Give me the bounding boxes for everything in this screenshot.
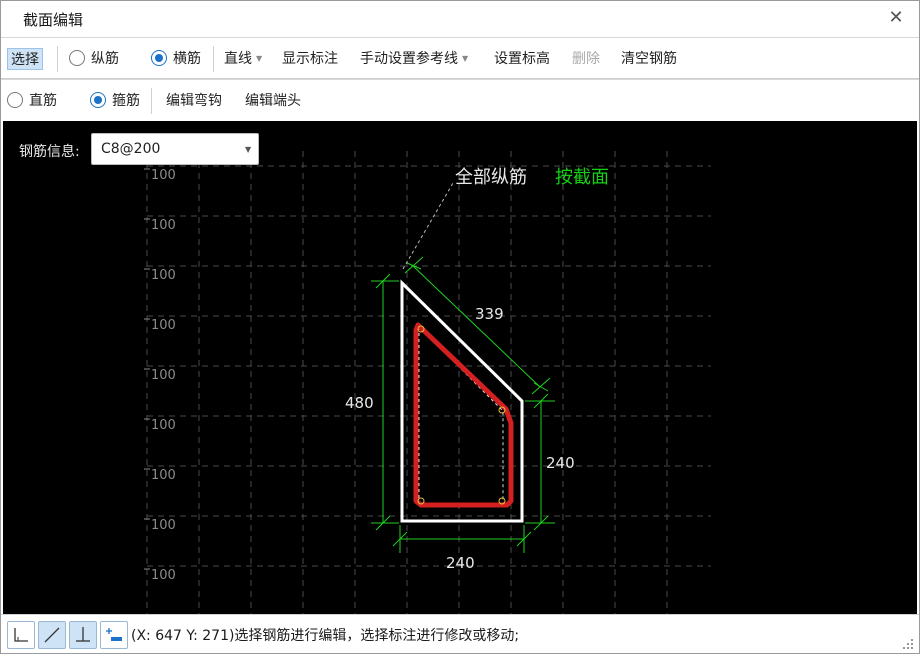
dimension-lines[interactable] <box>371 256 555 553</box>
delete-button[interactable]: 删除 <box>569 48 603 70</box>
title-bar: 截面编辑 ✕ <box>1 1 919 37</box>
toolbar-divider <box>213 46 214 72</box>
stirrup-rebar[interactable] <box>413 322 514 508</box>
clear-rebar-button[interactable]: 清空钢筋 <box>618 48 680 70</box>
grid-label: 100 <box>151 368 176 383</box>
horizontal-bar-label[interactable]: 横筋 <box>170 48 204 70</box>
rebar-info-label: 钢筋信息: <box>19 144 80 160</box>
all-longitudinal-label[interactable]: 全部纵筋 <box>455 167 527 188</box>
chevron-down-icon: ▼ <box>256 54 263 63</box>
dimension-diagonal[interactable]: 339 <box>475 305 504 323</box>
chevron-down-icon: ▼ <box>462 54 469 63</box>
line-label: 直线 <box>224 51 252 67</box>
manual-reference-label: 手动设置参考线 <box>360 51 458 67</box>
line-icon[interactable] <box>38 621 66 649</box>
orthogonal-icon[interactable] <box>7 621 35 649</box>
resize-grip-icon[interactable] <box>901 637 915 651</box>
grid: 100 100 100 100 100 100 100 100 100 <box>144 151 711 614</box>
offset-icon[interactable] <box>100 621 128 649</box>
dimension-right-height[interactable]: 240 <box>546 454 575 472</box>
grid-label: 100 <box>151 518 176 533</box>
chevron-down-icon: ▼ <box>245 145 252 154</box>
window-title: 截面编辑 <box>23 11 84 29</box>
rebar-info-select[interactable]: C8@200 ▼ <box>91 133 259 165</box>
status-text: (X: 647 Y: 271)选择钢筋进行编辑，选择标注进行修改或移动; <box>131 628 520 644</box>
drawing-canvas[interactable]: 100 100 100 100 100 100 100 100 100 全部纵筋… <box>3 121 917 614</box>
section-drawing[interactable]: 100 100 100 100 100 100 100 100 100 全部纵筋 按截面 339… <box>3 121 917 614</box>
grid-label: 100 <box>151 168 176 183</box>
straight-bar-label[interactable]: 直筋 <box>26 90 60 112</box>
toolbar-divider <box>151 88 152 114</box>
rebar-info-value: C8@200 <box>101 141 161 157</box>
edit-end-button[interactable]: 编辑端头 <box>242 90 304 112</box>
grid-label: 100 <box>151 318 176 333</box>
stirrup-radio[interactable] <box>90 92 106 108</box>
grid-label: 100 <box>151 268 176 283</box>
status-bar: (X: 647 Y: 271)选择钢筋进行编辑，选择标注进行修改或移动; <box>1 614 919 653</box>
close-icon[interactable]: ✕ <box>885 7 907 29</box>
grid-label: 100 <box>151 418 176 433</box>
grid-label: 100 <box>151 568 176 583</box>
horizontal-bar-radio[interactable] <box>151 50 167 66</box>
manual-reference-dropdown[interactable]: 手动设置参考线 ▼ <box>357 48 471 70</box>
toolbar-main: 选择 纵筋 横筋 直线 ▼ 显示标注 手动设置参考线 ▼ 设置标高 删除 清空钢筋 <box>1 37 919 79</box>
dimension-width[interactable]: 240 <box>446 554 475 572</box>
perpendicular-icon[interactable] <box>69 621 97 649</box>
by-section-label[interactable]: 按截面 <box>555 167 609 188</box>
edit-hook-button[interactable]: 编辑弯钩 <box>163 90 225 112</box>
set-elevation-button[interactable]: 设置标高 <box>491 48 553 70</box>
show-annotation-button[interactable]: 显示标注 <box>279 48 341 70</box>
toolbar-divider <box>57 46 58 72</box>
leader-line <box>402 182 454 270</box>
straight-bar-radio[interactable] <box>7 92 23 108</box>
grid-label: 100 <box>151 218 176 233</box>
dimension-height[interactable]: 480 <box>345 394 374 412</box>
section-edit-window: 截面编辑 ✕ 选择 纵筋 横筋 直线 ▼ 显示标注 手动设置参考线 ▼ 设置标高 删… <box>0 0 920 654</box>
line-dropdown[interactable]: 直线 ▼ <box>221 48 265 70</box>
longitudinal-label[interactable]: 纵筋 <box>88 48 122 70</box>
stirrup-label[interactable]: 箍筋 <box>109 90 143 112</box>
grid-label: 100 <box>151 468 176 483</box>
section-outline[interactable] <box>400 279 524 523</box>
select-button[interactable]: 选择 <box>7 48 43 70</box>
toolbar-secondary: 直筋 箍筋 编辑弯钩 编辑端头 <box>1 79 919 121</box>
longitudinal-radio[interactable] <box>69 50 85 66</box>
